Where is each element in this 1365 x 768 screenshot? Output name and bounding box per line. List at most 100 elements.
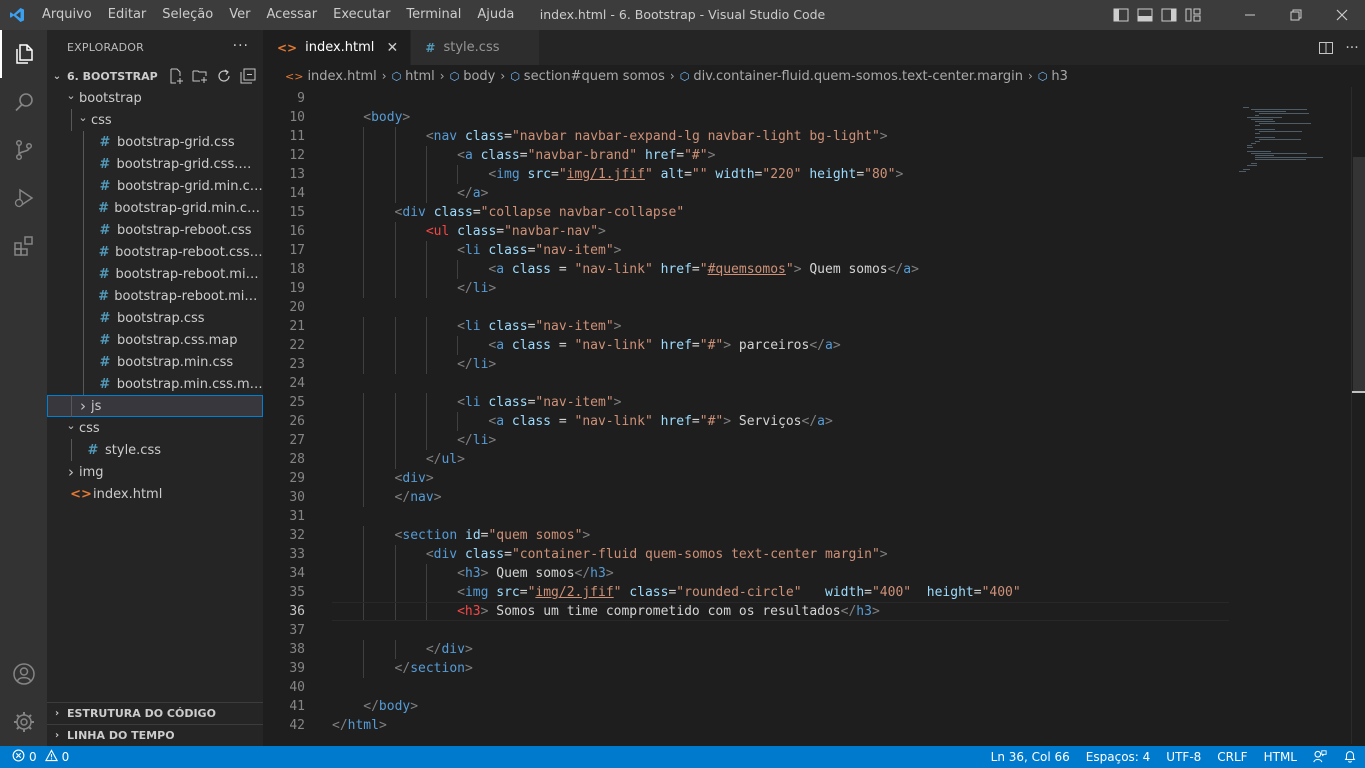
code-line[interactable]: 31 [263,507,1229,526]
scrollbar-thumb[interactable] [1353,157,1365,393]
tree-folder[interactable]: ⌄ css [47,109,263,131]
code-line[interactable]: 23 </li> [263,355,1229,374]
refresh-icon[interactable] [215,67,233,85]
code-line[interactable]: 35 <img src="img/2.jfif" class="rounded-c… [263,583,1229,602]
code-line[interactable]: 11 <nav class="navbar navbar-expand-lg na… [263,127,1229,146]
code-line[interactable]: 18 <a class = "nav-link" href="#quemsomos… [263,260,1229,279]
code-line[interactable]: 15 <div class="collapse navbar-collapse" [263,203,1229,222]
code-line[interactable]: 24 [263,374,1229,393]
tree-folder[interactable]: ⌄ bootstrap [47,87,263,109]
breadcrumb-item[interactable]: <> index.html › [285,69,392,84]
vscode-logo-icon[interactable] [0,0,34,30]
tree-folder[interactable]: ⌄ css [47,417,263,439]
menu-item-ver[interactable]: Ver [221,0,258,30]
explorer-icon[interactable] [0,30,47,78]
code-line[interactable]: 32 <section id="quem somos"> [263,526,1229,545]
code-line[interactable]: 29 <div> [263,469,1229,488]
more-actions-icon[interactable]: ··· [1339,40,1365,56]
toggle-primary-sidebar-icon[interactable] [1109,0,1133,30]
menu-item-arquivo[interactable]: Arquivo [34,0,100,30]
code-line[interactable]: 17 <li class="nav-item"> [263,241,1229,260]
collapse-all-icon[interactable] [239,67,257,85]
code-editor[interactable]: 9 10 <body> 11 <nav class="navbar navbar-exp… [263,89,1229,739]
breadcrumb-item[interactable]: ⬡ section#quem somos › [510,69,680,84]
code-line[interactable]: 19 </li> [263,279,1229,298]
feedback-icon[interactable] [1305,749,1335,766]
tree-file[interactable]: # bootstrap-reboot.min.css [47,263,263,285]
code-line[interactable]: 26 <a class = "nav-link" href="#"> Serviç… [263,412,1229,431]
tab-style-css[interactable]: # style.css [411,30,541,65]
menu-item-executar[interactable]: Executar [325,0,398,30]
code-line[interactable]: 9 [263,89,1229,108]
toggle-secondary-sidebar-icon[interactable] [1157,0,1181,30]
settings-gear-icon[interactable] [0,698,47,746]
timeline-section[interactable]: › LINHA DO TEMPO [47,724,263,746]
breadcrumb-item[interactable]: ⬡ h3 [1038,69,1068,84]
cursor-position[interactable]: Ln 36, Col 66 [983,750,1078,764]
code-line[interactable]: 27 </li> [263,431,1229,450]
code-line[interactable]: 33 <div class="container-fluid quem-somos… [263,545,1229,564]
extensions-icon[interactable] [0,222,47,270]
tree-file[interactable]: # style.css [47,439,263,461]
vertical-scrollbar[interactable] [1351,87,1365,744]
code-line[interactable]: 41 </body> [263,697,1229,716]
tree-file[interactable]: # bootstrap-grid.css.map [47,153,263,175]
code-line[interactable]: 38 </div> [263,640,1229,659]
code-line[interactable]: 34 <h3> Quem somos</h3> [263,564,1229,583]
minimize-icon[interactable] [1227,0,1273,30]
tree-folder[interactable]: › img [47,461,263,483]
more-actions-icon[interactable]: ··· [233,38,249,54]
restore-icon[interactable] [1273,0,1319,30]
code-line[interactable]: 13 <img src="img/1.jfif" alt="" width="22… [263,165,1229,184]
code-line[interactable]: 22 <a class = "nav-link" href="#"> parcei… [263,336,1229,355]
code-line[interactable]: 21 <li class="nav-item"> [263,317,1229,336]
new-file-icon[interactable] [167,67,185,85]
code-line[interactable]: 39 </section> [263,659,1229,678]
menu-item-acessar[interactable]: Acessar [258,0,325,30]
tab-index-html[interactable]: <> index.html ✕ [263,30,412,65]
tree-file[interactable]: #bootstrap-reboot.min.css.... [47,285,263,307]
problems-indicator[interactable]: 0 0 [0,749,69,765]
new-folder-icon[interactable] [191,67,209,85]
breadcrumb-item[interactable]: ⬡ html › [392,69,450,84]
source-control-icon[interactable] [0,126,47,174]
tree-file[interactable]: # bootstrap-reboot.css [47,219,263,241]
menu-item-seleção[interactable]: Seleção [154,0,221,30]
split-editor-icon[interactable] [1313,40,1339,56]
code-line[interactable]: 30 </nav> [263,488,1229,507]
workspace-root[interactable]: ⌄ 6. BOOTSTRAP [47,65,263,87]
accounts-icon[interactable] [0,650,47,698]
tree-file[interactable]: # bootstrap-grid.min.css [47,175,263,197]
indentation[interactable]: Espaços: 4 [1078,750,1159,764]
code-line[interactable]: 36 <h3> Somos um time comprometido com os… [263,602,1229,621]
code-line[interactable]: 37 [263,621,1229,640]
tree-file[interactable]: # bootstrap.min.css.map [47,373,263,395]
code-line[interactable]: 12 <a class="navbar-brand" href="#"> [263,146,1229,165]
outline-section[interactable]: › ESTRUTURA DO CÓDIGO [47,702,263,724]
minimap[interactable] [1229,87,1351,744]
tree-file[interactable]: # bootstrap.css.map [47,329,263,351]
tree-file[interactable]: <> index.html [47,483,263,505]
code-line[interactable]: 20 [263,298,1229,317]
code-line[interactable]: 16 <ul class="navbar-nav"> [263,222,1229,241]
close-window-icon[interactable] [1319,0,1365,30]
breadcrumb-item[interactable]: ⬡ body › [450,69,511,84]
breadcrumb-item[interactable]: ⬡ div.container-fluid.quem-somos.text-cen… [680,69,1038,84]
code-line[interactable]: 40 [263,678,1229,697]
tree-file[interactable]: # bootstrap.min.css [47,351,263,373]
search-icon[interactable] [0,78,47,126]
tree-file[interactable]: # bootstrap-grid.css [47,131,263,153]
code-line[interactable]: 25 <li class="nav-item"> [263,393,1229,412]
menu-item-terminal[interactable]: Terminal [398,0,469,30]
tree-file[interactable]: # bootstrap.css [47,307,263,329]
code-line[interactable]: 10 <body> [263,108,1229,127]
tree-file[interactable]: # bootstrap-reboot.css.map [47,241,263,263]
customize-layout-icon[interactable] [1181,0,1205,30]
close-tab-icon[interactable]: ✕ [384,40,400,56]
end-of-line[interactable]: CRLF [1209,750,1255,764]
code-line[interactable]: 42 </html> [263,716,1229,735]
toggle-panel-icon[interactable] [1133,0,1157,30]
language-mode[interactable]: HTML [1256,750,1305,764]
menu-item-editar[interactable]: Editar [100,0,155,30]
run-debug-icon[interactable] [0,174,47,222]
